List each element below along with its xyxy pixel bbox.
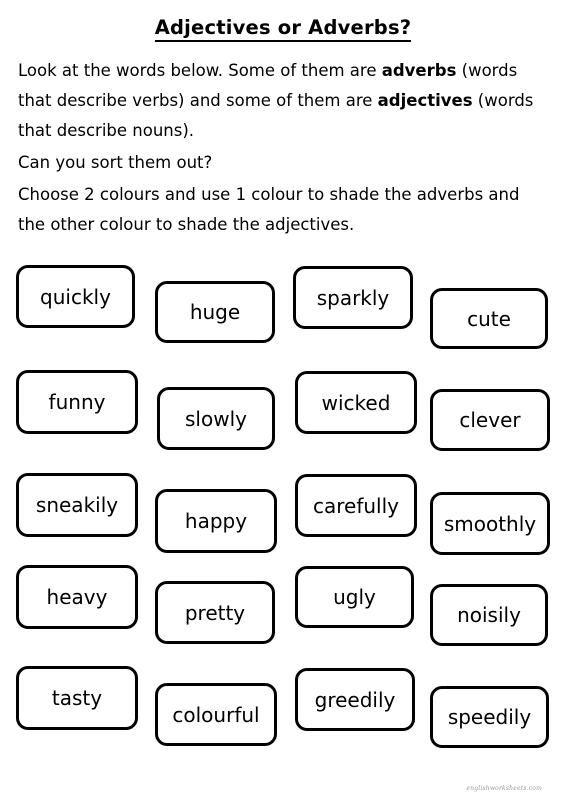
word-box-label: ugly <box>333 585 376 609</box>
word-box-label: pretty <box>184 600 246 625</box>
word-box[interactable]: wicked <box>295 371 417 434</box>
word-box-label: huge <box>189 300 241 324</box>
word-box-label: greedily <box>314 687 396 712</box>
word-box-label: speedily <box>447 705 532 729</box>
word-box[interactable]: pretty <box>155 581 275 644</box>
word-box-label: noisily <box>457 603 521 627</box>
word-box-label: sneakily <box>35 493 119 517</box>
word-box[interactable]: carefully <box>295 474 417 537</box>
word-box[interactable]: clever <box>430 389 550 451</box>
word-box-label: wicked <box>321 390 391 415</box>
word-box-grid: quickly huge sparkly cute funny slowly wicked c… <box>0 0 566 800</box>
word-box[interactable]: funny <box>16 370 138 434</box>
word-box-label: sparkly <box>316 285 390 310</box>
word-box-label: heavy <box>46 585 108 609</box>
word-box-label: tasty <box>51 686 103 710</box>
word-box-label: cute <box>467 306 511 331</box>
word-box[interactable]: heavy <box>16 565 138 629</box>
footer-watermark: englishworksheets.com <box>466 785 542 792</box>
word-box-label: clever <box>459 408 521 432</box>
word-box-label: happy <box>184 509 248 533</box>
word-box[interactable]: huge <box>155 281 275 343</box>
word-box[interactable]: noisily <box>430 584 548 646</box>
word-box[interactable]: speedily <box>430 686 549 748</box>
word-box-label: smoothly <box>443 511 537 536</box>
word-box[interactable]: slowly <box>157 387 275 450</box>
word-box[interactable]: cute <box>430 288 548 349</box>
word-box-label: colourful <box>172 702 260 727</box>
word-box-label: carefully <box>312 493 399 518</box>
word-box[interactable]: sparkly <box>293 266 413 329</box>
word-box[interactable]: colourful <box>155 683 277 746</box>
word-box[interactable]: ugly <box>295 566 414 628</box>
word-box-label: slowly <box>185 406 247 431</box>
word-box[interactable]: sneakily <box>16 473 138 537</box>
word-box[interactable]: tasty <box>16 666 138 730</box>
word-box-label: quickly <box>40 284 111 309</box>
word-box[interactable]: happy <box>155 489 277 553</box>
word-box[interactable]: smoothly <box>430 492 550 555</box>
worksheet-page: Adjectives or Adverbs? Look at the words… <box>0 0 566 800</box>
word-box[interactable]: quickly <box>16 265 135 328</box>
word-box[interactable]: greedily <box>295 668 415 731</box>
word-box-label: funny <box>48 390 106 414</box>
